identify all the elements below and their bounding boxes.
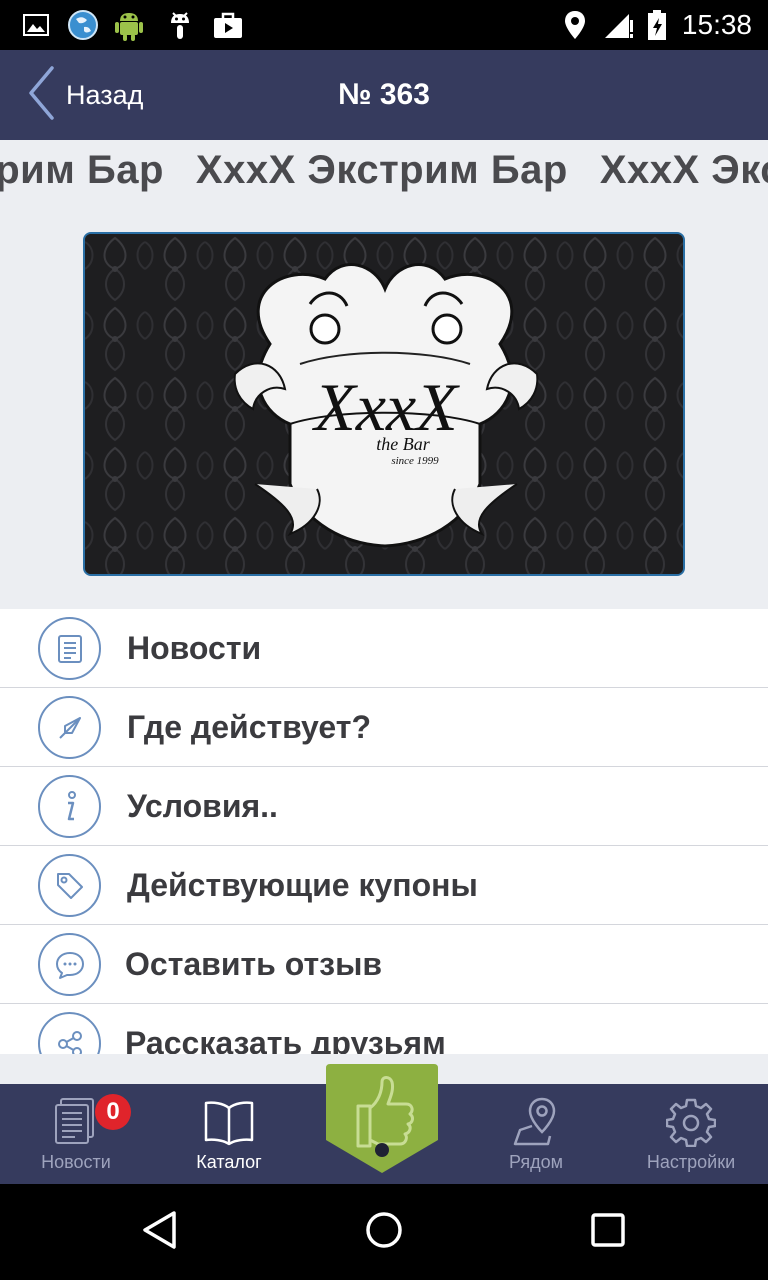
news-icon (38, 617, 101, 680)
system-nav-bar (0, 1184, 768, 1280)
menu-item-leave-review[interactable]: Оставить отзыв (0, 925, 768, 1004)
venue-logo-image: XxxX the Bar since 1999 (85, 234, 683, 574)
gear-icon (665, 1097, 717, 1152)
menu-item-tell-friends[interactable]: Рассказать друзьям (0, 1004, 768, 1054)
marquee-text: XxxX Экстрим Бар (195, 148, 568, 192)
compass-icon (38, 696, 101, 759)
tag-icon (38, 854, 101, 917)
tab-nearby-label: Рядом (508, 1152, 564, 1172)
menu-item-label: Где действует? (127, 709, 372, 745)
android-icon (112, 8, 146, 42)
clock: 15:38 (681, 9, 752, 40)
menu-item-news[interactable]: Новости (0, 609, 768, 688)
venue-menu-list: Новости Где действует? Условия.. Действу… (0, 609, 768, 1054)
android-debug-icon (166, 8, 194, 42)
news-badge: 0 (95, 1094, 131, 1130)
menu-item-label: Оставить отзыв (125, 946, 383, 982)
signal-icon (602, 8, 634, 42)
tab-catalog-label: Каталог (196, 1152, 262, 1172)
nearby-tab-icon-wrap (510, 1096, 562, 1153)
tab-settings-label: Настройки (646, 1152, 736, 1172)
screen: 15:38 № 363 Назад XxxX Экстрим БарXxxX Э… (0, 0, 768, 1280)
marquee-text-row: XxxX Экстрим Бар XxxX Экстрим Бар XxxX Экс… (0, 148, 768, 193)
nav-home-circle-icon (364, 1210, 404, 1255)
menu-item-label: Новости (127, 630, 262, 666)
info-icon (38, 775, 101, 838)
image-icon (22, 8, 50, 42)
marquee-title: XxxX Экстрим Бар XxxX Экстрим Бар XxxX Экс… (0, 140, 768, 204)
back-label: Назад (66, 79, 144, 110)
venue-logo-card: XxxX the Bar since 1999 (83, 232, 685, 576)
tab-settings[interactable]: Настройки (616, 1084, 766, 1184)
open-book-icon (203, 1098, 255, 1151)
catalog-tab-icon-wrap (203, 1098, 255, 1150)
like-tab-button[interactable] (324, 1062, 440, 1174)
menu-item-conditions[interactable]: Условия.. (0, 767, 768, 846)
nav-home-button[interactable] (336, 1184, 432, 1280)
nav-back-button[interactable] (112, 1184, 208, 1280)
chevron-left-icon (26, 65, 56, 126)
tab-nearby[interactable]: Рядом (461, 1084, 611, 1184)
tab-news[interactable]: 0 Новости (1, 1084, 151, 1184)
logo-since-text: since 1999 (391, 455, 439, 467)
menu-item-label: Условия.. (127, 788, 278, 824)
newspaper-icon (53, 1097, 99, 1152)
tab-catalog[interactable]: Каталог (154, 1084, 304, 1184)
action-bar: № 363 Назад (0, 50, 768, 140)
chat-icon (38, 933, 101, 996)
news-tab-icon-wrap: 0 (53, 1094, 131, 1152)
logo-subtitle-text: the Bar (376, 434, 430, 454)
map-pin-icon (510, 1096, 562, 1153)
location-icon (562, 8, 588, 42)
menu-item-label: Действующие купоны (127, 867, 478, 903)
menu-item-coupons[interactable]: Действующие купоны (0, 846, 768, 925)
status-bar: 15:38 (0, 0, 768, 50)
nav-recents-square-icon (590, 1212, 626, 1253)
shopping-bag-icon (212, 8, 244, 42)
back-button[interactable]: Назад (26, 50, 143, 140)
tab-news-label: Новости (41, 1152, 111, 1172)
menu-item-where-valid[interactable]: Где действует? (0, 688, 768, 767)
settings-tab-icon-wrap (665, 1097, 717, 1152)
nav-back-triangle-icon (140, 1210, 180, 1255)
nav-recents-button[interactable] (560, 1184, 656, 1280)
share-icon (38, 1012, 101, 1054)
marquee-text: XxxX Экстрим Бар (599, 148, 768, 192)
globe-icon (66, 8, 100, 42)
menu-item-label: Рассказать друзьям (125, 1025, 446, 1054)
battery-icon (646, 8, 668, 42)
marquee-text: XxxX Экстрим Бар (0, 148, 164, 192)
